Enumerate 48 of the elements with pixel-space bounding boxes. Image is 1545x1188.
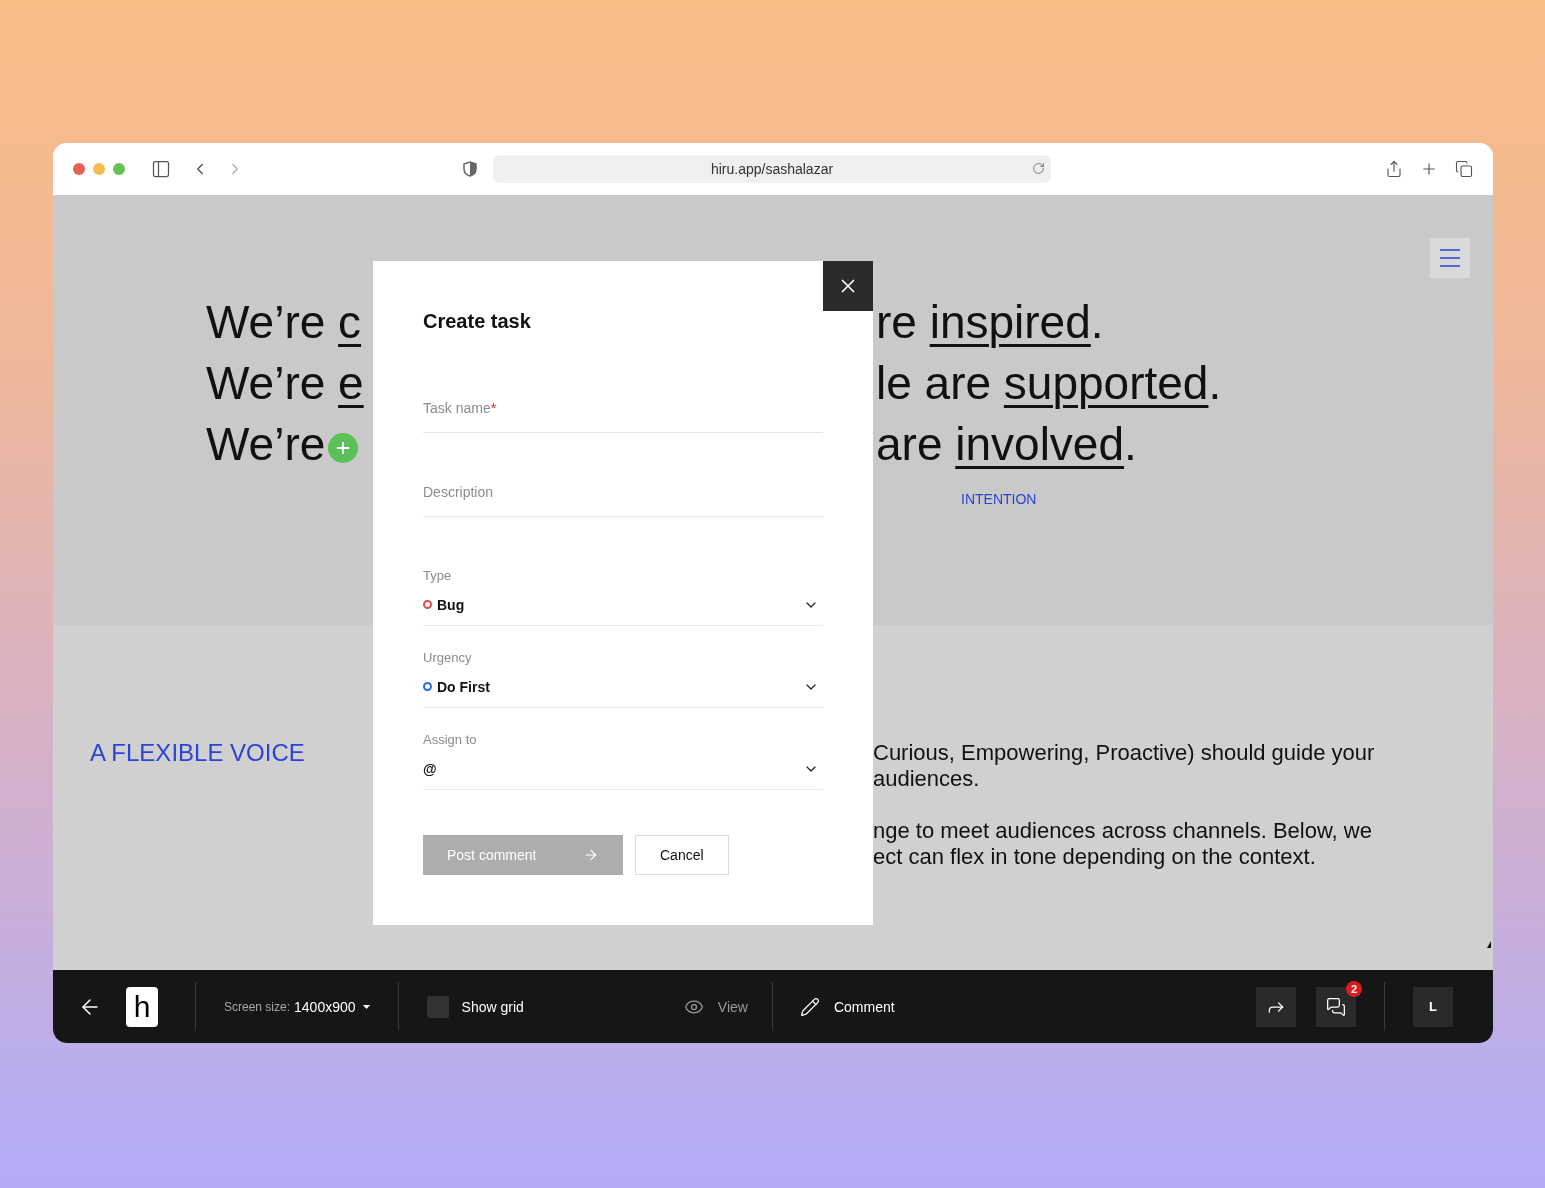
section-tag: INTENTION [961, 490, 1037, 508]
field-label: Urgency [423, 650, 472, 666]
headline-fragment: We’re [206, 417, 326, 472]
dialog-title: Create task [423, 309, 531, 333]
select-field[interactable]: Do First [423, 666, 823, 708]
checkbox-label: Show grid [461, 998, 524, 1015]
required-asterisk: * [490, 399, 497, 418]
menu-button[interactable] [1430, 238, 1470, 278]
headline-fragment: are involved. [876, 417, 1137, 472]
headline-fragment: We’re e [206, 356, 364, 411]
sidebar-icon[interactable] [151, 159, 171, 179]
user-avatar[interactable]: L [1413, 986, 1453, 1027]
headline-fragment: re inspired. [876, 295, 1104, 350]
field-label: Assign to [423, 732, 477, 748]
window-zoom-button[interactable] [113, 163, 125, 175]
select-field[interactable]: Bug [423, 584, 823, 626]
pencil-icon [799, 996, 820, 1017]
plus-circle-icon[interactable] [328, 433, 358, 463]
show-grid-checkbox[interactable] [426, 995, 449, 1018]
tabs-icon[interactable] [1455, 160, 1473, 178]
headline-fragment: le are supported. [876, 356, 1222, 411]
text-input-field[interactable]: Task name [423, 398, 491, 418]
field-label: Type [423, 568, 452, 584]
body-paragraph: Curious, Empowering, Proactive) should guide your audiences. [873, 740, 1375, 792]
new-tab-icon[interactable] [1420, 160, 1438, 178]
chat-bubbles-icon [1326, 996, 1346, 1017]
select-field[interactable]: @ [423, 748, 823, 790]
screen-size-dropdown[interactable]: Screen size: 1400x900 [224, 998, 370, 1015]
caret-icon [362, 1004, 370, 1009]
text-input-field[interactable]: Description [423, 482, 823, 502]
corner-mark-icon [1487, 941, 1491, 948]
headline-fragment: We’re c [206, 295, 362, 350]
share-button[interactable] [1256, 986, 1296, 1027]
close-button[interactable] [823, 261, 873, 311]
share-icon[interactable] [1385, 160, 1403, 178]
app-logo: h [126, 986, 158, 1027]
body-paragraph: nge to meet audiences across channels. Below, we ect can flex in tone depending on the context. [873, 818, 1372, 870]
shield-icon [463, 161, 477, 177]
mode-toggle[interactable]: View [683, 996, 748, 1017]
menu-icon [1440, 249, 1460, 267]
cancel-button[interactable]: Cancel [635, 835, 729, 875]
mode-toggle[interactable]: Comment [799, 996, 895, 1017]
address-bar[interactable]: hiru.app/sashalazar [493, 155, 1051, 183]
section-heading: A FLEXIBLE VOICE [90, 740, 305, 766]
arrow-right-icon [583, 847, 599, 863]
notification-badge: 2 [1346, 980, 1362, 997]
reload-icon[interactable] [1032, 162, 1045, 175]
window-close-button[interactable] [73, 163, 85, 175]
